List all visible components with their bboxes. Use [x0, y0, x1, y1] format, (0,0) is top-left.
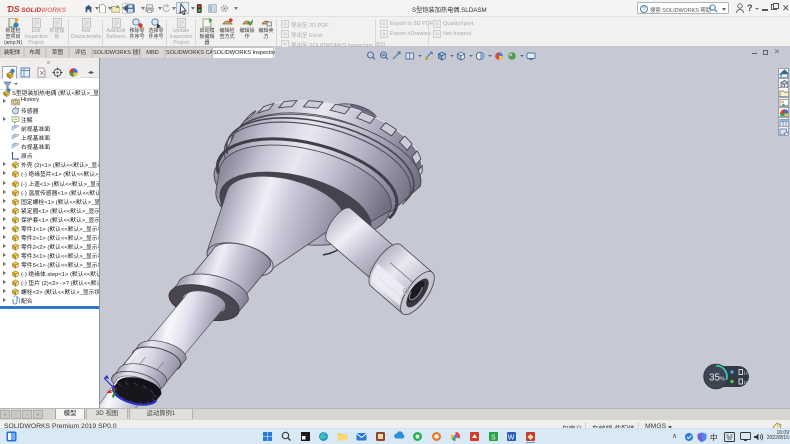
svg-text:S: S: [491, 434, 496, 441]
svg-text:100: 100: [744, 380, 752, 385]
svg-text:100: 100: [744, 371, 752, 376]
svg-text:W: W: [508, 434, 515, 441]
